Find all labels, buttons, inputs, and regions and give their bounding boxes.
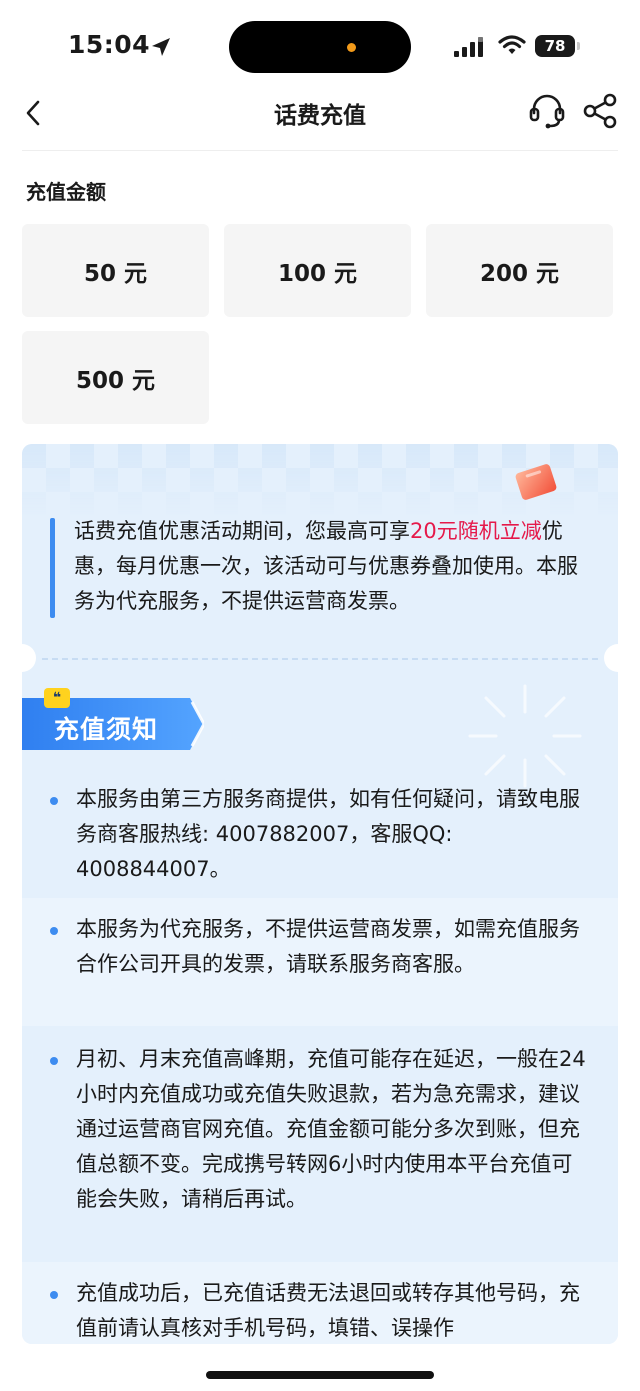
promo-text: 话费充值优惠活动期间，您最高可享20元随机立减优惠，每月优惠一次，该活动可与优惠…: [74, 514, 594, 619]
bullet-dot: [50, 1057, 58, 1065]
notice-item-text: 月初、月末充值高峰期，充值可能存在延迟，一般在24小时内充值成功或充值失败退款，…: [76, 1047, 586, 1211]
notice-item: 月初、月末充值高峰期，充值可能存在延迟，一般在24小时内充值成功或充值失败退款，…: [22, 1028, 618, 1258]
amount-option-50[interactable]: 50 元: [22, 224, 209, 317]
gift-icon: [515, 464, 557, 500]
amount-section-label: 充值金额: [26, 180, 106, 204]
share-icon[interactable]: [582, 92, 618, 130]
battery-level: 78: [535, 35, 575, 57]
notice-item-text: 本服务为代充服务，不提供运营商发票，如需充值服务合作公司开具的发票，请联系服务商…: [76, 917, 580, 976]
amount-option-200[interactable]: 200 元: [426, 224, 613, 317]
wifi-icon: [498, 35, 526, 54]
notice-item: 本服务由第三方服务商提供，如有任何疑问，请致电服务商客服热线: 40078820…: [22, 782, 618, 894]
ticket-notch-left: [22, 644, 36, 672]
headset-icon[interactable]: [528, 92, 566, 130]
battery-tip: [577, 42, 580, 50]
bullet-dot: [50, 1291, 58, 1299]
amount-option-100[interactable]: 100 元: [224, 224, 411, 317]
notice-title: 充值须知: [54, 715, 159, 744]
status-bar: 15:04 78: [0, 0, 640, 92]
ticket-notch-right: [604, 644, 618, 672]
amount-option-500[interactable]: 500 元: [22, 331, 209, 424]
dashed-divider: [42, 658, 598, 660]
signal-icon: [454, 37, 483, 57]
quote-badge: ❝: [44, 688, 70, 708]
sparkle-decoration-icon: [468, 684, 582, 788]
privacy-indicator-dot: [347, 43, 356, 52]
location-arrow-icon: [152, 38, 170, 56]
notice-item-text: 本服务由第三方服务商提供，如有任何疑问，请致电服务商客服热线: 40078820…: [76, 787, 580, 881]
home-indicator[interactable]: [206, 1371, 434, 1379]
notice-item: 充值成功后，已充值话费无法退回或转存其他号码，充值前请认真核对手机号码，填错、误…: [22, 1262, 618, 1344]
bullet-dot: [50, 927, 58, 935]
nav-bar: 话费充值: [0, 80, 640, 150]
notice-item-text: 充值成功后，已充值话费无法退回或转存其他号码，充值前请认真核对手机号码，填错、误…: [76, 1281, 580, 1340]
promo-card: 话费充值优惠活动期间，您最高可享20元随机立减优惠，每月优惠一次，该活动可与优惠…: [22, 444, 618, 1344]
notice-item: 本服务为代充服务，不提供运营商发票，如需充值服务合作公司开具的发票，请联系服务商…: [22, 898, 618, 1026]
promo-highlight: 20元随机立减: [410, 519, 542, 543]
status-time: 15:04: [68, 30, 151, 59]
nav-divider: [22, 150, 618, 151]
battery-icon: 78: [535, 35, 581, 57]
promo-accent-bar: [50, 518, 55, 618]
promo-text-start: 话费充值优惠活动期间，您最高可享: [74, 519, 410, 543]
bullet-dot: [50, 797, 58, 805]
dynamic-island: [229, 21, 411, 73]
